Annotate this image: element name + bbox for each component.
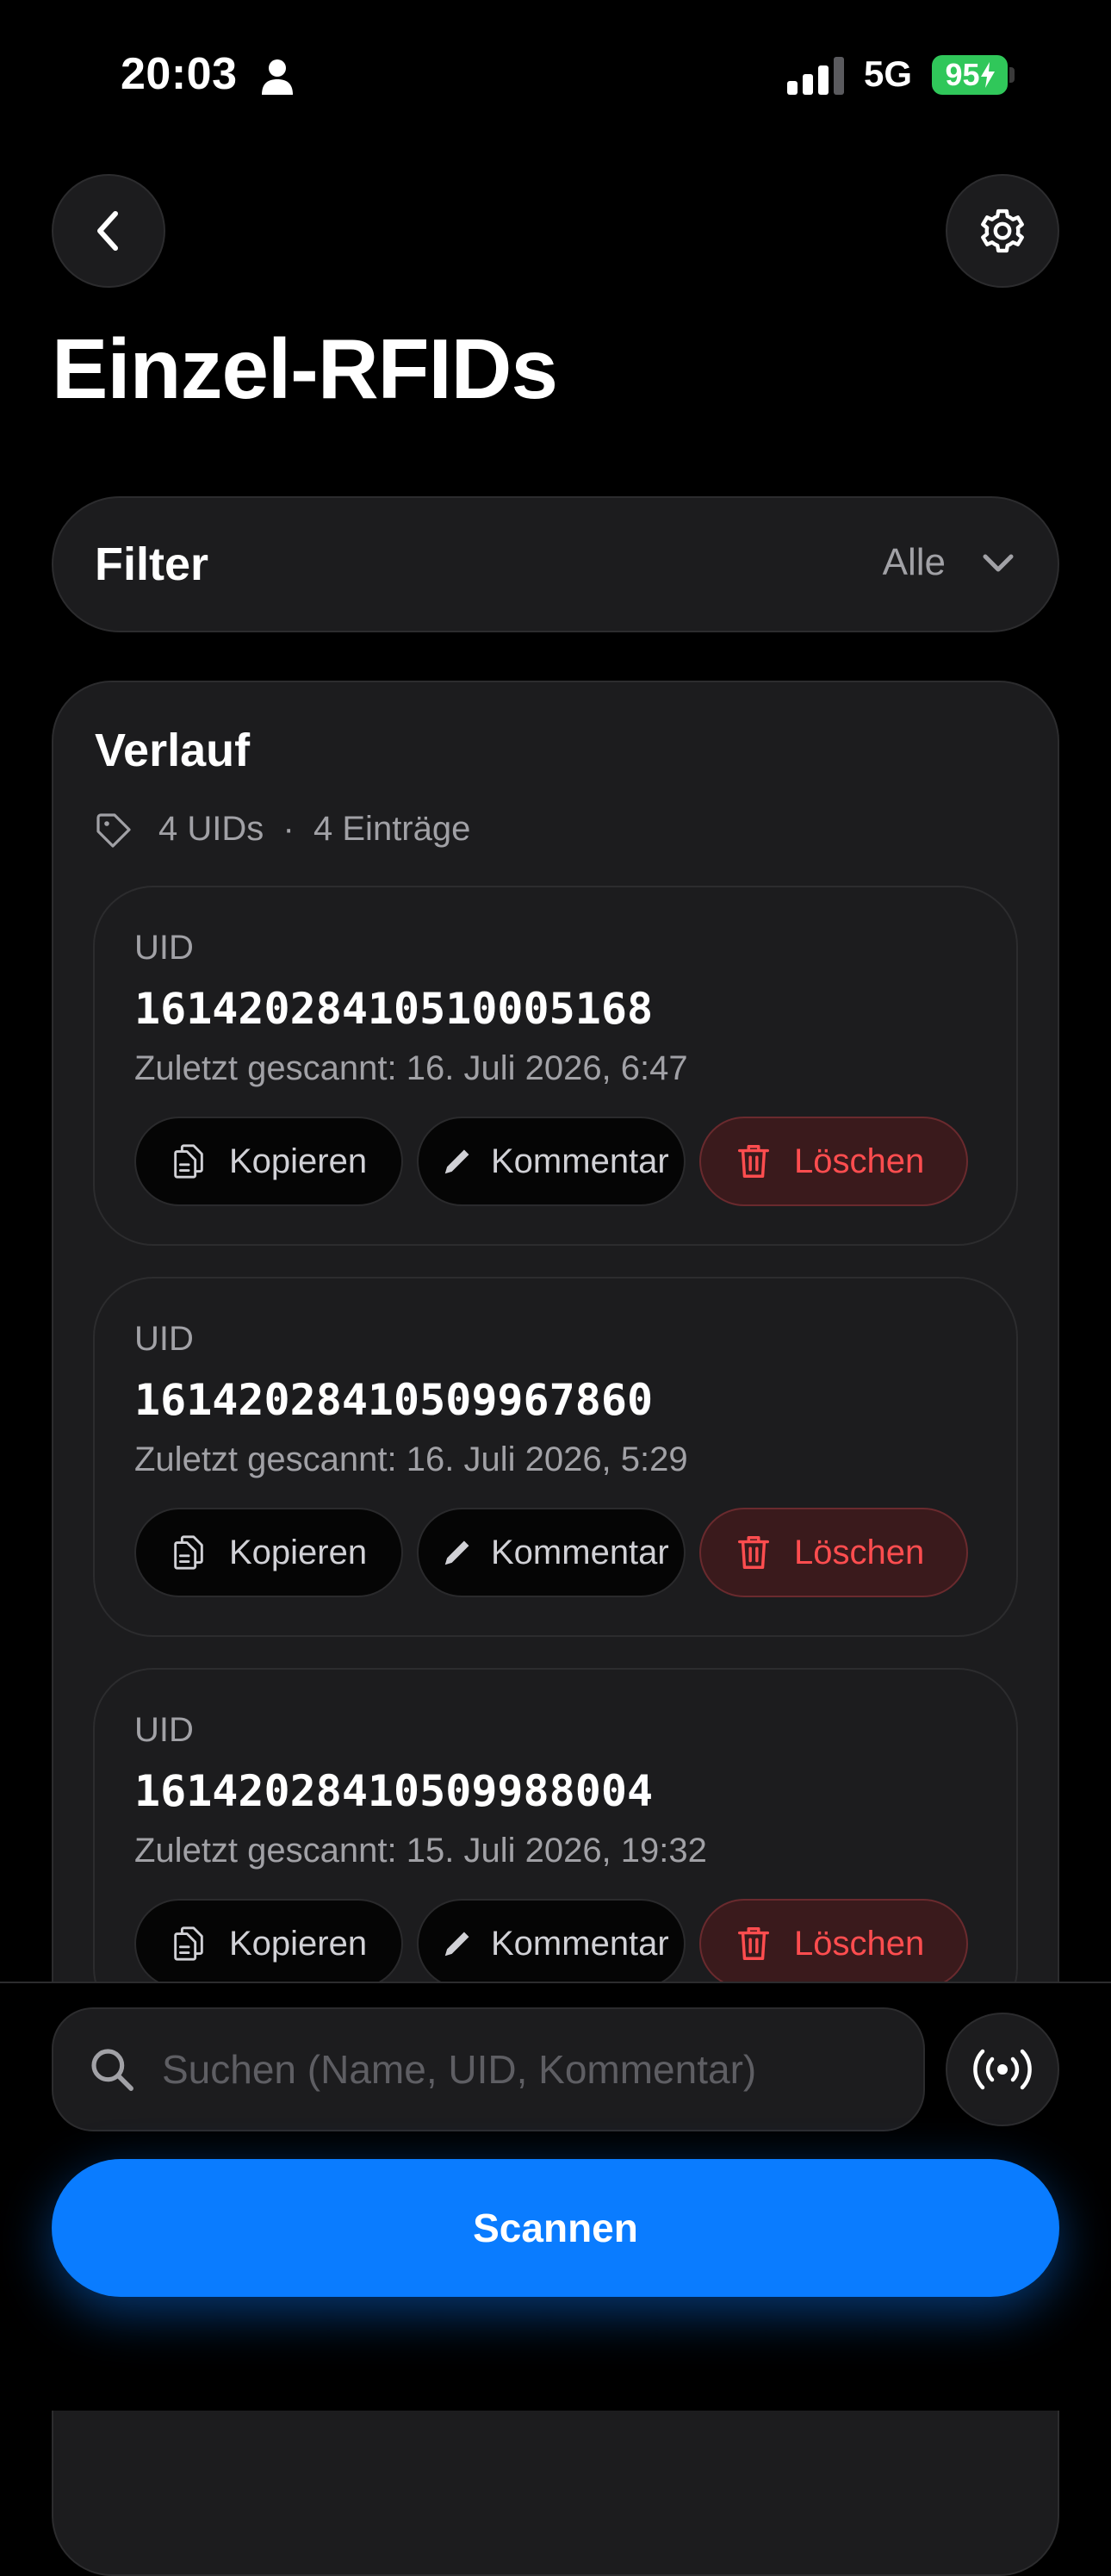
history-entry: UID 16142028410509988004 Zuletzt gescann… [93,1668,1018,2028]
last-scanned: Zuletzt gescannt: 16. Juli 2026, 5:29 [134,1440,688,1478]
gear-icon [981,208,1024,253]
copy-button[interactable]: Kopieren [134,1899,403,1988]
pencil-icon [444,1149,469,1174]
history-entry: UID 16142028410510005168 Zuletzt gescann… [93,886,1018,1246]
scan-button[interactable]: Scannen [52,2159,1059,2297]
delete-label: Löschen [794,1924,925,1963]
uid-value: 16142028410509967860 [134,1375,654,1425]
nfc-read-button[interactable] [946,2013,1059,2126]
uid-label: UID [134,1711,194,1749]
back-button[interactable] [52,174,165,288]
pencil-icon [444,1932,469,1957]
comment-label: Kommentar [491,1533,669,1571]
last-scanned: Zuletzt gescannt: 15. Juli 2026, 19:32 [134,1832,707,1870]
filter-selected-value: Alle [882,541,946,583]
battery-level: 95 [945,57,980,92]
trash-icon [737,1536,770,1569]
uid-value: 16142028410510005168 [134,984,654,1034]
delete-button[interactable]: Löschen [699,1899,968,1988]
uid-label: UID [134,929,194,967]
cellular-signal-icon [787,57,844,95]
delete-button[interactable]: Löschen [699,1117,968,1206]
history-entry: UID 16142028410509967860 Zuletzt gescann… [93,1277,1018,1637]
copy-button[interactable]: Kopieren [134,1117,403,1206]
delete-label: Löschen [794,1533,925,1571]
charging-bolt-icon [980,62,995,88]
trash-icon [737,1145,770,1178]
comment-label: Kommentar [491,1924,669,1963]
copy-label: Kopieren [229,1533,368,1571]
chevron-down-icon [983,554,1014,572]
filter-label: Filter [95,538,209,590]
delete-button[interactable]: Löschen [699,1508,968,1597]
last-scanned: Zuletzt gescannt: 16. Juli 2026, 6:47 [134,1049,688,1087]
history-summary: 4 UIDs · 4 Einträge [158,810,471,848]
network-label: 5G [864,53,913,94]
bottom-toolbar: Scannen [0,1982,1111,2411]
history-title: Verlauf [95,725,251,776]
uid-label: UID [134,1320,194,1358]
copy-label: Kopieren [229,1924,368,1963]
battery-cap [1009,67,1015,83]
copy-button[interactable]: Kopieren [134,1508,403,1597]
comment-label: Kommentar [491,1142,669,1180]
comment-button[interactable]: Kommentar [417,1508,686,1597]
copy-icon [174,1535,203,1570]
search-icon [91,2049,133,2091]
person-icon [262,59,293,95]
delete-label: Löschen [794,1142,925,1180]
status-time: 20:03 [121,49,238,99]
tag-icon [96,813,131,848]
search-input[interactable] [162,2038,903,2100]
pencil-icon [444,1540,469,1565]
page-title: Einzel-RFIDs [52,321,558,416]
copy-icon [174,1926,203,1961]
comment-button[interactable]: Kommentar [417,1117,686,1206]
copy-icon [174,1144,203,1179]
uid-value: 16142028410509988004 [134,1766,654,1816]
settings-button[interactable] [946,174,1059,288]
chevron-left-icon [97,211,118,251]
trash-icon [737,1927,770,1960]
broadcast-icon [973,2049,1032,2090]
copy-label: Kopieren [229,1142,368,1180]
filter-dropdown[interactable]: Filter Alle [52,496,1059,632]
search-bar[interactable] [52,2007,925,2131]
battery-indicator: 95 [932,55,1008,95]
comment-button[interactable]: Kommentar [417,1899,686,1988]
